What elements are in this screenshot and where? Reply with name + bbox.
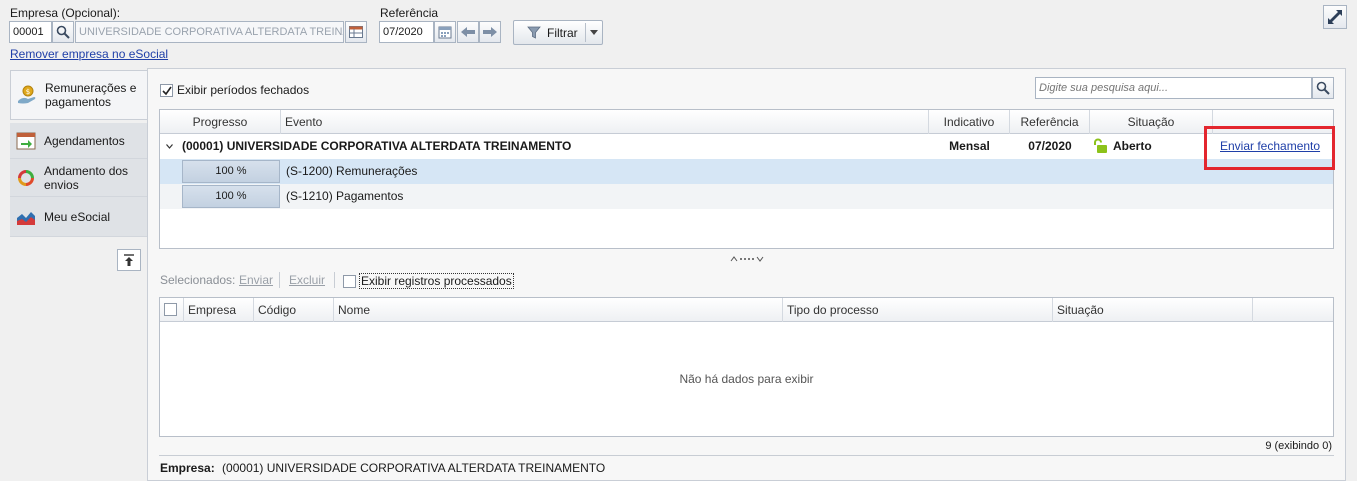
sidebar-item-agendamentos[interactable]: Agendamentos — [10, 123, 147, 159]
divider — [159, 455, 1334, 456]
empresa-search-button[interactable] — [52, 21, 74, 43]
arrow-right-icon — [483, 27, 497, 37]
group-situacao: Aberto — [1113, 139, 1152, 153]
show-closed-label: Exibir períodos fechados — [177, 83, 310, 97]
table-row[interactable]: 100 % (S-1200) Remunerações — [160, 159, 1333, 184]
record-count: 9 (exibindo 0) — [1265, 440, 1332, 452]
row-event: (S-1210) Pagamentos — [286, 189, 404, 203]
enviar-link[interactable]: Enviar — [239, 273, 273, 287]
progress-bar: 100 % — [182, 160, 280, 183]
col-progresso[interactable]: Progresso — [160, 110, 281, 134]
filtrar-label: Filtrar — [547, 25, 578, 40]
svg-text:$: $ — [26, 88, 30, 96]
group-referencia: 07/2020 — [1028, 139, 1072, 153]
expand-button[interactable] — [1323, 5, 1347, 29]
highlight-box — [1204, 126, 1335, 170]
previous-period-button[interactable] — [457, 21, 479, 43]
arrow-up-icon — [124, 253, 134, 266]
collapse-sidebar-button[interactable] — [117, 249, 141, 271]
footer-label: Empresa: — [160, 461, 215, 475]
search-button[interactable] — [1312, 77, 1334, 99]
show-closed-toggle[interactable]: Exibir períodos fechados — [160, 83, 309, 97]
sidebar-item-label: Agendamentos — [44, 133, 125, 148]
col-situacao[interactable]: Situação — [1053, 298, 1253, 322]
table-icon — [349, 26, 363, 38]
sidebar: $ Remunerações e pagamentos Agendamentos… — [10, 70, 147, 237]
search-input[interactable] — [1035, 77, 1312, 99]
sidebar-item-label: Remunerações e pagamentos — [45, 81, 137, 109]
col-evento[interactable]: Evento — [281, 110, 929, 134]
arrow-left-icon — [461, 27, 475, 37]
row-event: (S-1200) Remunerações — [286, 164, 418, 178]
expand-icon — [1328, 10, 1342, 24]
check-icon — [162, 86, 172, 95]
search-icon — [56, 25, 70, 39]
unlock-icon — [1094, 138, 1107, 153]
periods-grid: Progresso Evento Indicativo Referência S… — [159, 109, 1334, 249]
col-indicativo[interactable]: Indicativo — [929, 110, 1010, 134]
progress-bar: 100 % — [182, 185, 280, 208]
empty-message: Não há dados para exibir — [679, 372, 814, 386]
select-all-checkbox[interactable] — [164, 303, 177, 316]
excluir-link[interactable]: Excluir — [289, 273, 325, 287]
col-empresa[interactable]: Empresa — [184, 298, 254, 322]
col-situacao[interactable]: Situação — [1090, 110, 1213, 134]
empresa-code-input[interactable]: 00001 — [9, 21, 52, 43]
sidebar-item-meu-esocial[interactable]: Meu eSocial — [10, 197, 147, 237]
select-all-cell — [160, 298, 184, 322]
show-processed-label: Exibir registros processados — [359, 273, 514, 289]
chevron-down-icon[interactable] — [590, 30, 598, 35]
show-processed-checkbox[interactable] — [343, 274, 356, 288]
divider — [279, 272, 280, 288]
sidebar-item-label: Andamento dos envios — [44, 163, 129, 192]
calendar-arrow-icon — [16, 132, 36, 149]
show-closed-checkbox[interactable] — [160, 83, 173, 97]
selecionados-label: Selecionados: — [160, 273, 236, 287]
money-hand-icon: $ — [18, 85, 36, 104]
divider — [334, 272, 335, 288]
records-grid: Empresa Código Nome Tipo do processo Sit… — [159, 297, 1334, 437]
col-tipo-processo[interactable]: Tipo do processo — [783, 298, 1053, 322]
remover-empresa-link[interactable]: Remover empresa no eSocial — [10, 47, 168, 61]
col-referencia[interactable]: Referência — [1010, 110, 1090, 134]
empresa-label: Empresa (Opcional): — [10, 6, 121, 20]
empresa-name-field: UNIVERSIDADE CORPORATIVA ALTERDATA TREIN… — [75, 21, 344, 43]
calendar-icon — [438, 26, 452, 39]
group-indicativo: Mensal — [949, 139, 990, 153]
empresa-details-button[interactable] — [345, 21, 367, 43]
sidebar-item-andamento[interactable]: Andamento dos envios — [10, 159, 147, 197]
area-chart-icon — [17, 211, 35, 225]
splitter-handle[interactable] — [730, 252, 764, 262]
filter-icon — [527, 26, 541, 39]
chevron-down-icon[interactable] — [166, 144, 173, 149]
show-processed-toggle[interactable]: Exibir registros processados — [343, 273, 514, 289]
splitter-icon — [730, 256, 764, 262]
grid-header: Empresa Código Nome Tipo do processo Sit… — [160, 298, 1333, 322]
col-codigo[interactable]: Código — [254, 298, 334, 322]
footer: Empresa: (00001) UNIVERSIDADE CORPORATIV… — [160, 461, 605, 475]
referencia-label: Referência — [380, 6, 439, 20]
referencia-input[interactable]: 07/2020 — [379, 21, 434, 43]
table-row[interactable]: 100 % (S-1210) Pagamentos — [160, 184, 1333, 209]
col-nome[interactable]: Nome — [334, 298, 783, 322]
filtrar-button[interactable]: Filtrar — [513, 20, 603, 45]
next-period-button[interactable] — [479, 21, 501, 43]
sidebar-item-label: Meu eSocial — [44, 209, 111, 224]
group-row[interactable]: (00001) UNIVERSIDADE CORPORATIVA ALTERDA… — [160, 134, 1333, 159]
footer-value: (00001) UNIVERSIDADE CORPORATIVA ALTERDA… — [222, 461, 606, 475]
group-name: (00001) UNIVERSIDADE CORPORATIVA ALTERDA… — [182, 139, 572, 153]
sync-icon — [18, 169, 34, 186]
sidebar-item-remuneracoes[interactable]: $ Remunerações e pagamentos — [10, 70, 147, 120]
search-icon — [1316, 81, 1330, 95]
grid-header: Progresso Evento Indicativo Referência S… — [160, 110, 1333, 134]
calendar-button[interactable] — [434, 21, 456, 43]
